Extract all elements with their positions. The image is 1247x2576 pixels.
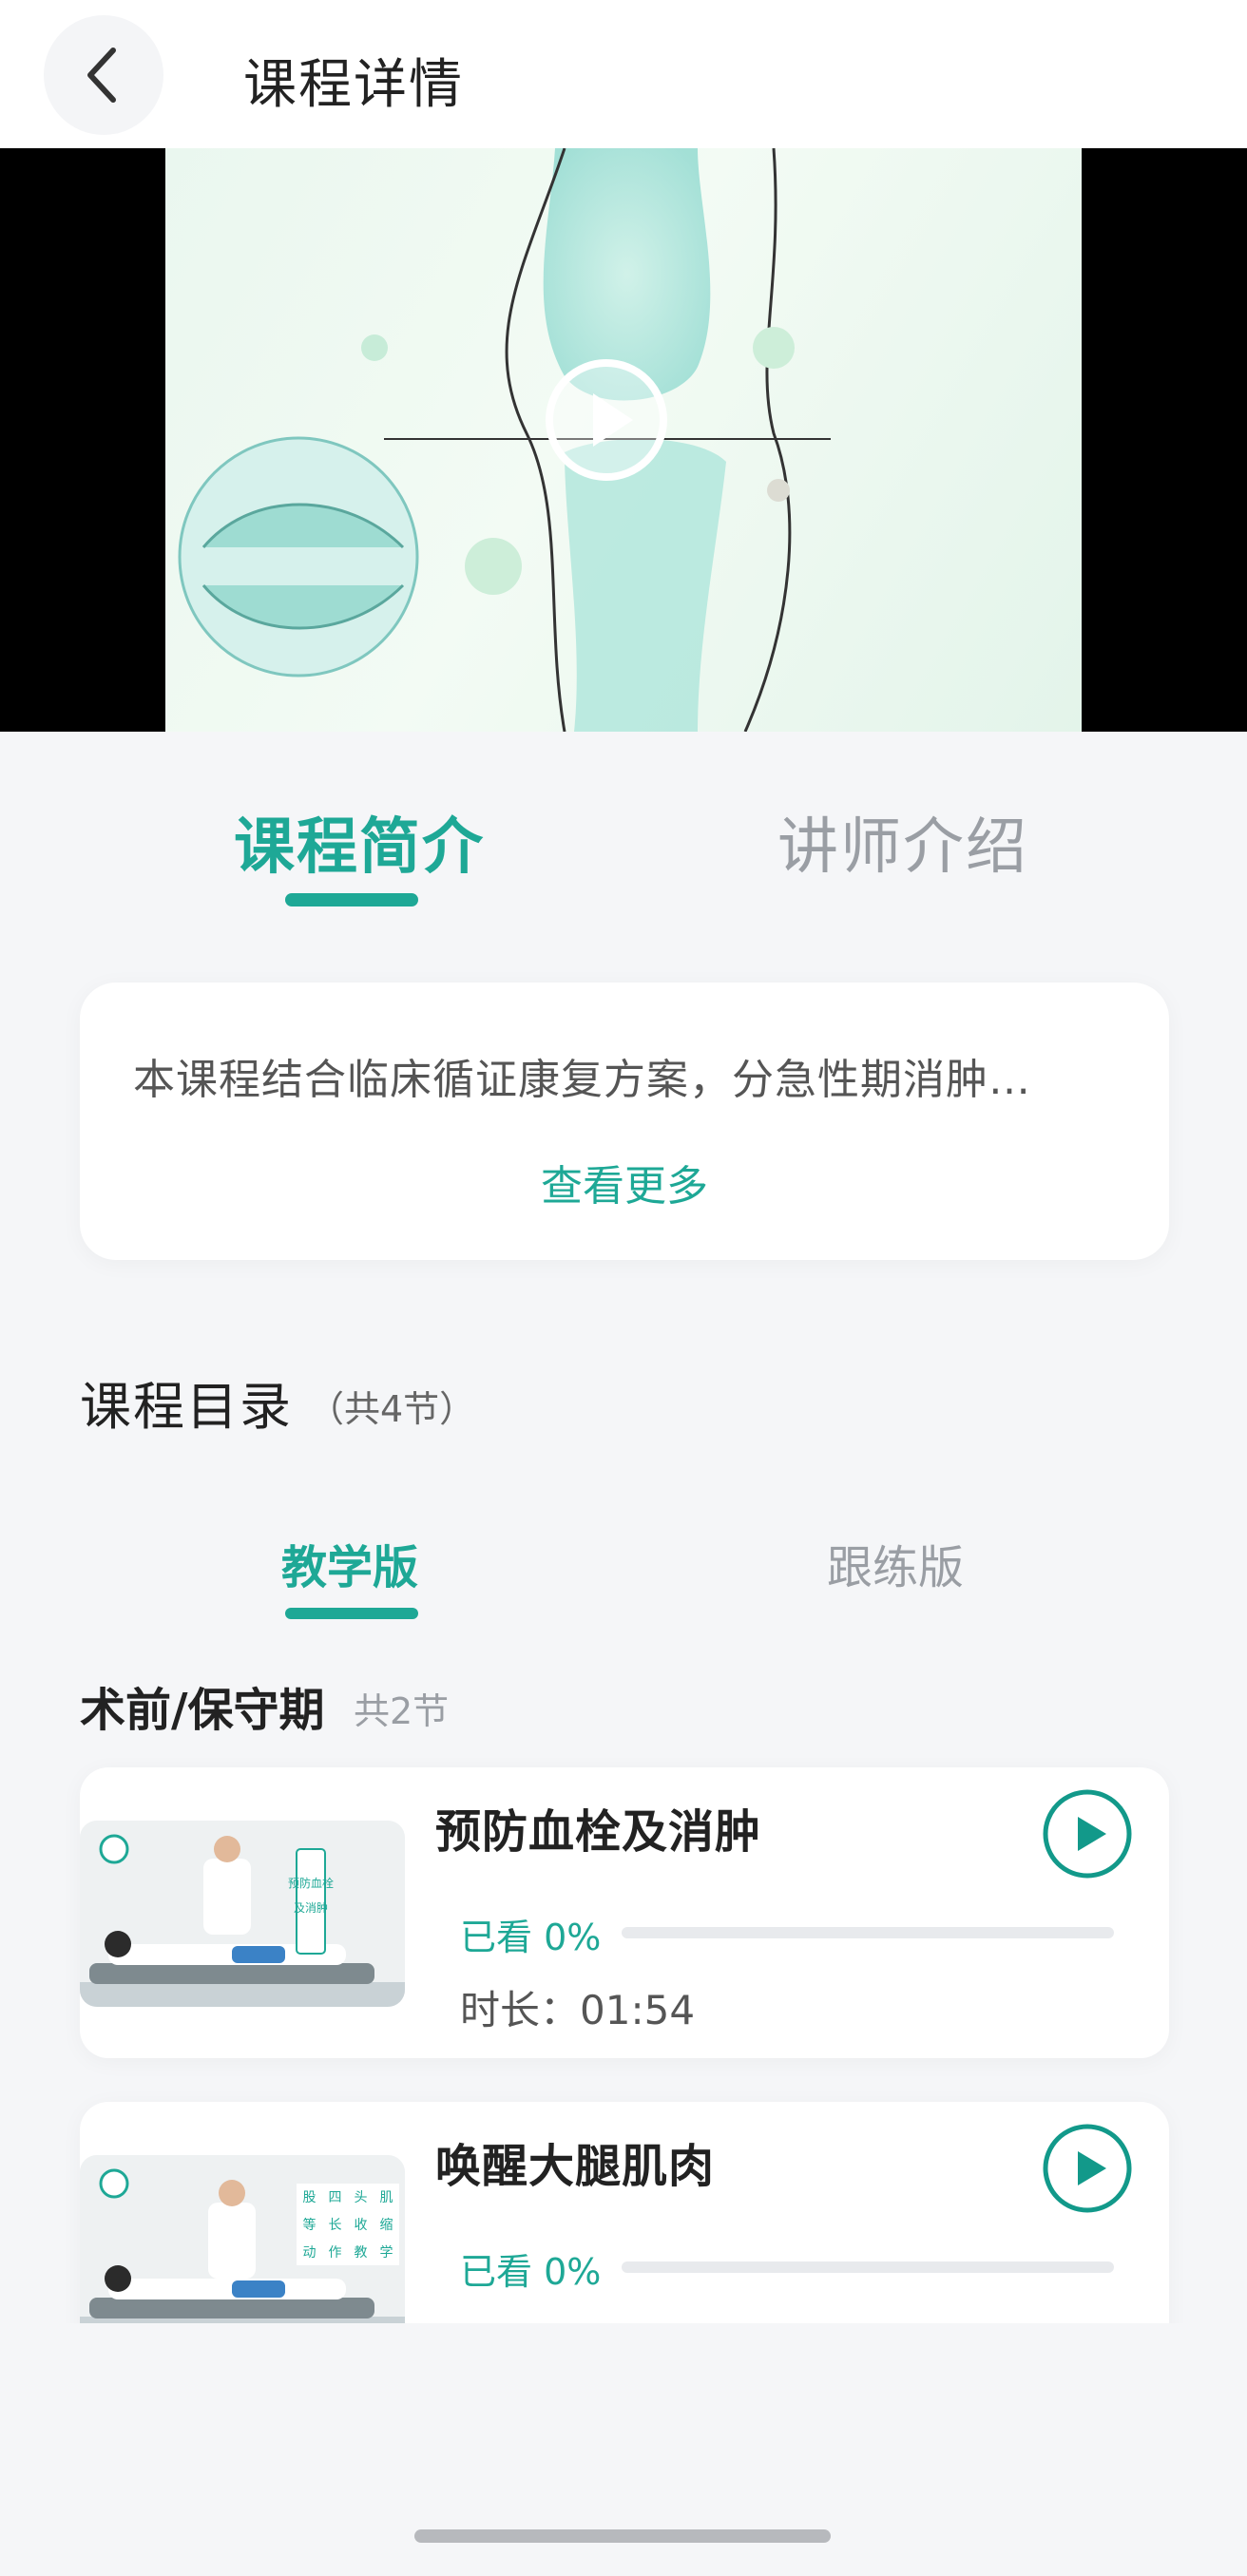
course-intro-text: 本课程结合临床循证康复方案，分急性期消肿… xyxy=(133,1056,1031,1104)
section-count: 共2节 xyxy=(354,1690,450,1732)
lesson-duration: 时长：01:45 xyxy=(460,2313,695,2323)
progress-bar xyxy=(622,1927,1114,1938)
chevron-left-icon xyxy=(87,48,116,103)
lesson-item[interactable]: 股 四 头 肌 等 长 收 缩 动 作 教 学 唤醒大腿肌肉 已看 0% xyxy=(80,2102,1169,2323)
thumb-panel-text-2: 及消肿 xyxy=(294,1900,328,1915)
page-title: 课程详情 xyxy=(243,54,464,116)
main-tabs: 课程简介 讲师介绍 xyxy=(0,751,1247,922)
play-circle-icon[interactable] xyxy=(1040,1786,1135,1881)
catalog-title: 课程目录 xyxy=(80,1377,293,1437)
lesson-list: 预防血栓 及消肿 预防血栓及消肿 已看 0% 时长：01:54 股 四 头 肌 … xyxy=(0,1758,1247,2323)
tab-follow-version[interactable]: 跟练版 xyxy=(827,1530,964,1596)
course-intro-card: 本课程结合临床循证康复方案，分急性期消肿… 查看更多 xyxy=(80,983,1169,1260)
video-player[interactable] xyxy=(0,148,1247,732)
lesson-duration: 时长：01:54 xyxy=(460,1987,696,2033)
play-icon[interactable] xyxy=(540,353,673,487)
play-circle-icon[interactable] xyxy=(1040,2121,1135,2216)
back-button[interactable] xyxy=(44,15,163,135)
view-more-link[interactable]: 查看更多 xyxy=(80,1152,1169,1212)
tab-course-intro[interactable]: 课程简介 xyxy=(234,798,485,886)
thumb-logo xyxy=(99,2168,129,2199)
thumb-panel-text-1: 预防血栓 xyxy=(288,1876,334,1890)
tab-instructor-intro[interactable]: 讲师介绍 xyxy=(777,798,1028,886)
tab-teaching-version[interactable]: 教学版 xyxy=(281,1530,418,1596)
lesson-item[interactable]: 预防血栓 及消肿 预防血栓及消肿 已看 0% 时长：01:54 xyxy=(80,1767,1169,2058)
active-subtab-indicator xyxy=(285,1608,418,1619)
lesson-thumbnail: 股 四 头 肌 等 长 收 缩 动 作 教 学 xyxy=(80,2155,405,2323)
catalog-count: （共4节） xyxy=(308,1388,476,1430)
home-indicator[interactable] xyxy=(414,2529,831,2543)
top-bar: 课程详情 xyxy=(0,0,1247,148)
video-cover-image xyxy=(165,148,1082,732)
active-tab-indicator xyxy=(285,893,418,906)
lesson-thumbnail-image: 预防血栓 及消肿 xyxy=(80,1821,405,2007)
lesson-thumbnail: 预防血栓 及消肿 xyxy=(80,1821,405,2007)
lesson-title: 预防血栓及消肿 xyxy=(435,1805,762,1859)
watched-progress-label: 已看 0% xyxy=(460,1917,602,1958)
section-title: 术前/保守期 xyxy=(80,1684,325,1737)
lesson-title: 唤醒大腿肌肉 xyxy=(435,2140,716,2193)
watched-progress-label: 已看 0% xyxy=(460,2251,602,2293)
progress-bar xyxy=(622,2261,1114,2273)
